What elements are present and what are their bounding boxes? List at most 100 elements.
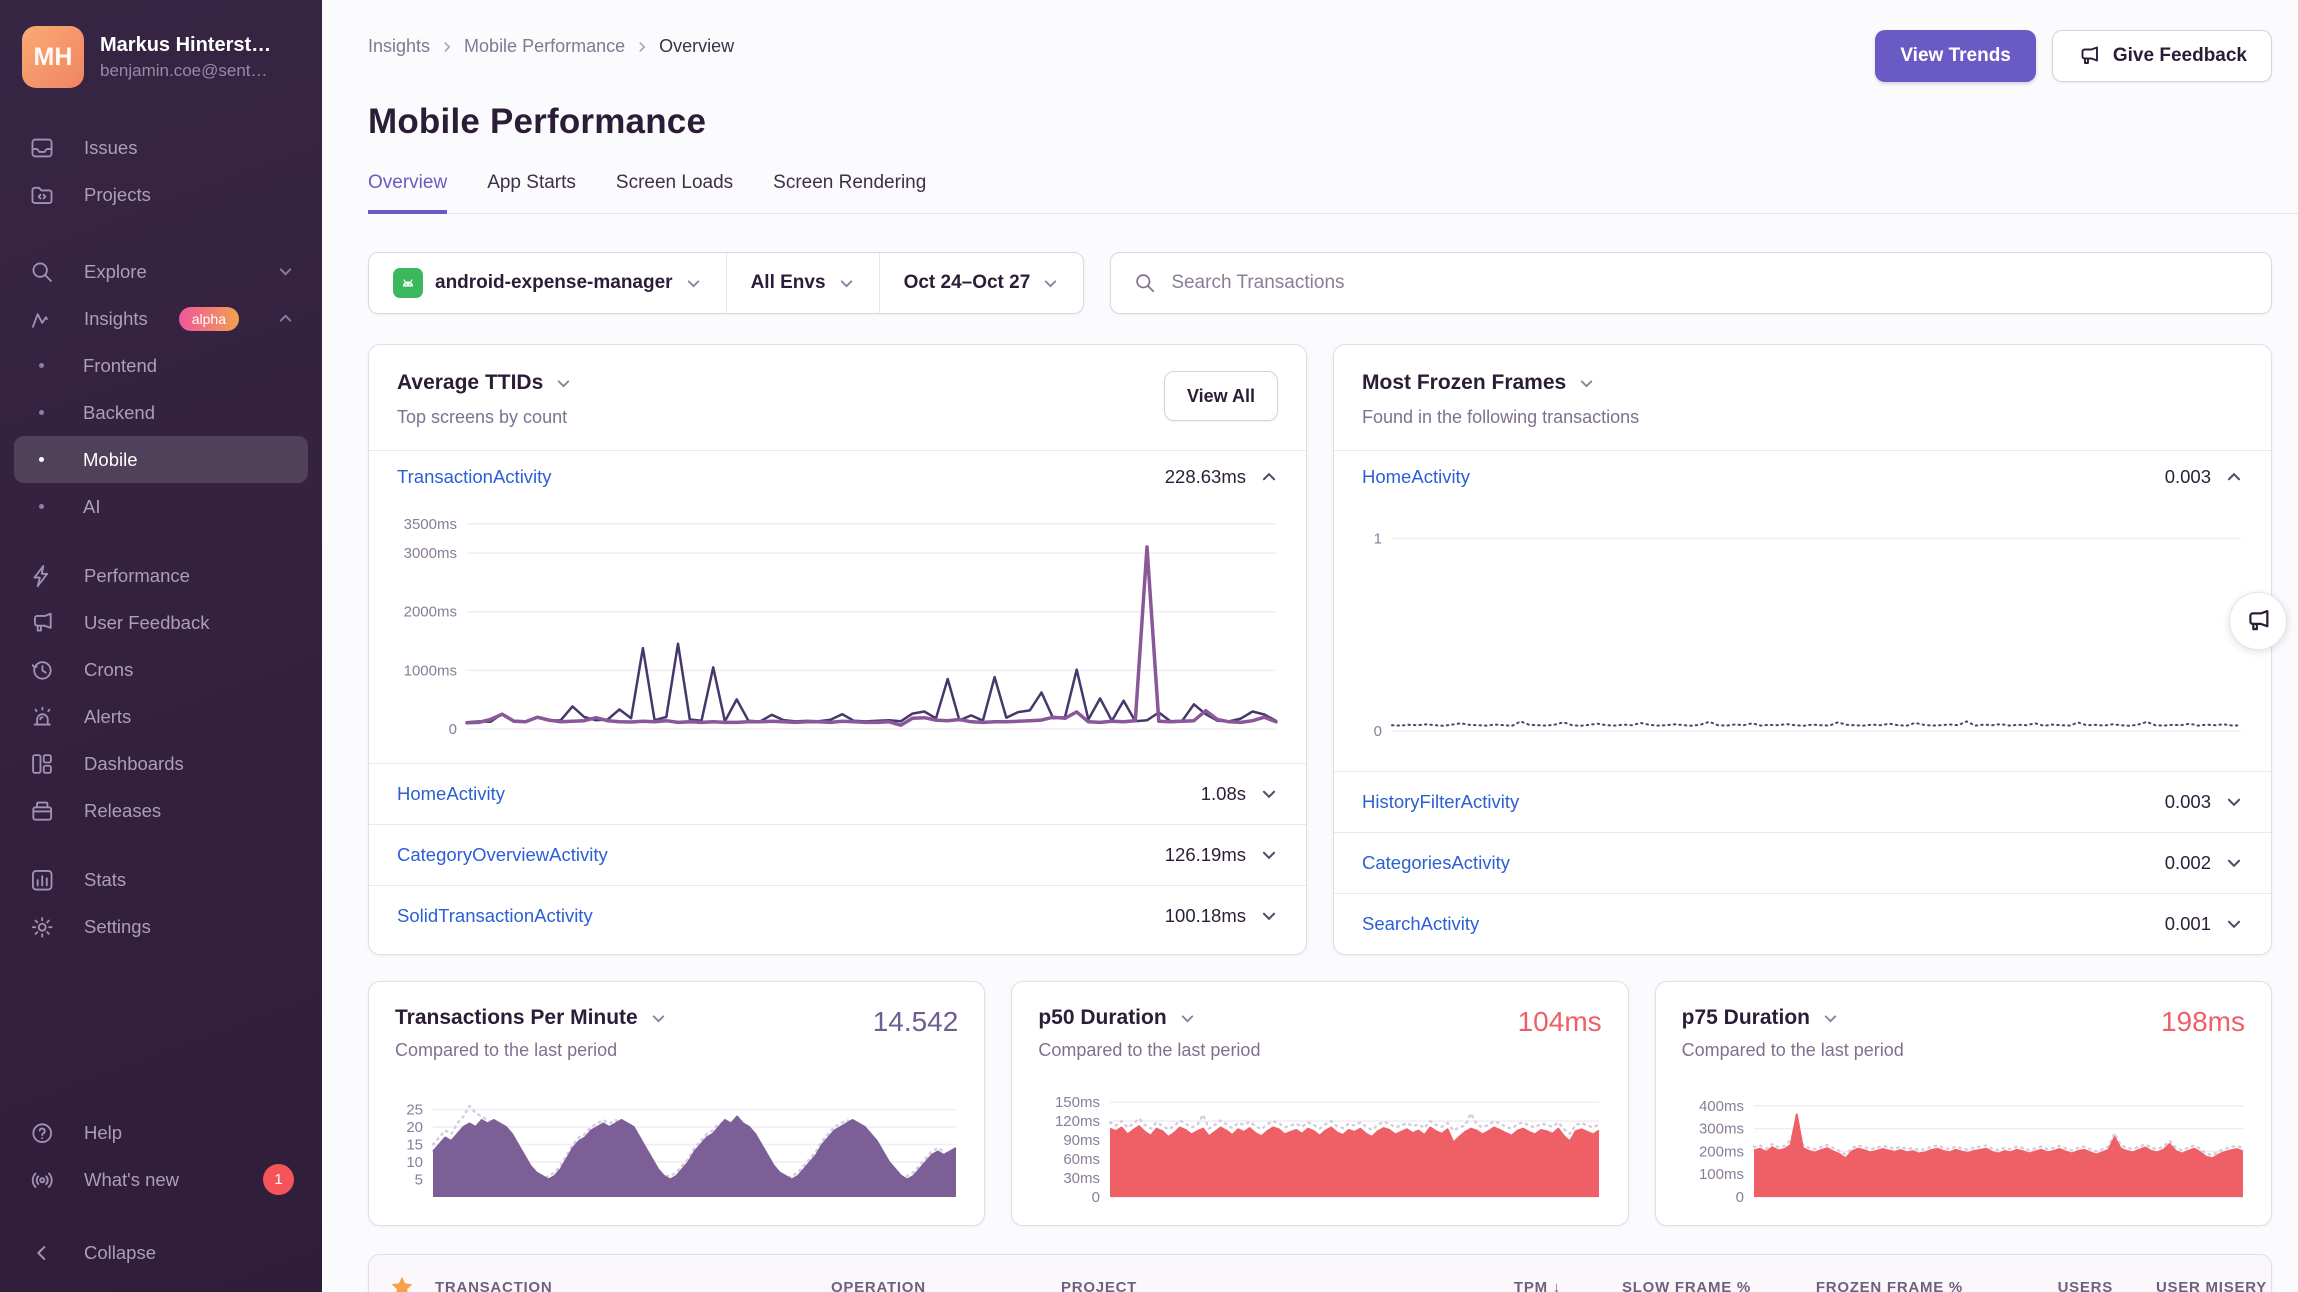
star-column-header[interactable] [369, 1274, 435, 1292]
sidebar-item-issues[interactable]: Issues [14, 124, 308, 171]
expand-row-icon[interactable] [2225, 915, 2243, 933]
transaction-link[interactable]: HomeActivity [397, 783, 505, 805]
sidebar-item-projects[interactable]: Projects [14, 171, 308, 218]
most-frozen-frames-title[interactable]: Most Frozen Frames [1362, 371, 1639, 395]
tab-bar: Overview App Starts Screen Loads Screen … [368, 172, 2298, 214]
sidebar-item-dashboards[interactable]: Dashboards [14, 740, 308, 787]
avatar[interactable]: MH [22, 26, 84, 88]
transaction-link[interactable]: SearchActivity [1362, 913, 1479, 935]
siren-icon [28, 703, 56, 731]
average-ttids-header: Average TTIDs Top screens by count View … [369, 345, 1306, 450]
sidebar-item-stats[interactable]: Stats [14, 856, 308, 903]
svg-text:0: 0 [1735, 1189, 1743, 1206]
svg-text:200ms: 200ms [1699, 1143, 1744, 1160]
sidebar-item-label: What's new [84, 1169, 235, 1191]
user-name: Markus Hinterst… [100, 34, 271, 57]
frozen-row-history-filter: HistoryFilterActivity 0.003 [1334, 771, 2271, 832]
sidebar-item-crons[interactable]: Crons [14, 646, 308, 693]
expand-row-icon[interactable] [1260, 907, 1278, 925]
sidebar-item-label: Help [84, 1122, 294, 1144]
sidebar-item-user-feedback[interactable]: User Feedback [14, 599, 308, 646]
user-meta: Markus Hinterst… benjamin.coe@sent… [100, 34, 271, 81]
column-header-operation[interactable]: OPERATION [831, 1279, 1061, 1292]
sidebar-item-performance[interactable]: Performance [14, 552, 308, 599]
column-header-transaction[interactable]: TRANSACTION [435, 1279, 831, 1292]
p75-title[interactable]: p75 Duration [1682, 1006, 1904, 1030]
environment-filter[interactable]: All Envs [726, 253, 879, 313]
sidebar-item-backend[interactable]: Backend [14, 389, 308, 436]
average-ttids-title[interactable]: Average TTIDs [397, 371, 572, 395]
collapse-row-icon[interactable] [2225, 468, 2243, 486]
tab-app-starts[interactable]: App Starts [487, 172, 576, 214]
most-frozen-frames-card: Most Frozen Frames Found in the followin… [1333, 344, 2272, 955]
sidebar-item-label: Backend [83, 402, 294, 424]
sidebar-item-label: AI [83, 496, 294, 518]
column-header-tpm[interactable]: TPM ↓ [1391, 1279, 1561, 1292]
give-feedback-button[interactable]: Give Feedback [2052, 30, 2272, 82]
insights-icon [28, 305, 56, 333]
p50-chart: 030ms60ms90ms120ms150ms [1022, 1091, 1605, 1213]
sidebar-item-frontend[interactable]: Frontend [14, 342, 308, 389]
sidebar-item-help[interactable]: Help [14, 1109, 308, 1156]
expand-row-icon[interactable] [2225, 854, 2243, 872]
sidebar-item-explore[interactable]: Explore [14, 248, 308, 295]
transaction-link[interactable]: HistoryFilterActivity [1362, 791, 1519, 813]
card-subtitle: Compared to the last period [1682, 1040, 1904, 1061]
chevron-down-icon [1578, 375, 1595, 392]
row-value: 0.002 [2165, 852, 2211, 874]
sidebar-item-alerts[interactable]: Alerts [14, 693, 308, 740]
sidebar-item-whats-new[interactable]: What's new 1 [14, 1156, 308, 1203]
expand-row-icon[interactable] [2225, 793, 2243, 811]
most-frozen-frames-header: Most Frozen Frames Found in the followin… [1334, 345, 2271, 450]
sidebar-item-label: Stats [84, 869, 294, 891]
project-filter[interactable]: android-expense-manager [369, 253, 726, 313]
sidebar-item-label: Releases [84, 800, 294, 822]
transaction-link[interactable]: SolidTransactionActivity [397, 905, 593, 927]
transactions-table: TRANSACTION OPERATION PROJECT TPM ↓ SLOW… [368, 1254, 2272, 1292]
svg-text:2000ms: 2000ms [404, 604, 457, 621]
expand-row-icon[interactable] [1260, 785, 1278, 803]
column-header-slow-frame[interactable]: SLOW FRAME % [1561, 1279, 1751, 1292]
svg-text:3500ms: 3500ms [404, 516, 457, 533]
column-header-users[interactable]: USERS [1963, 1279, 2113, 1292]
view-all-button[interactable]: View All [1164, 371, 1278, 421]
sidebar-item-settings[interactable]: Settings [14, 903, 308, 950]
breadcrumb-mobile-performance[interactable]: Mobile Performance [464, 36, 625, 57]
tab-screen-rendering[interactable]: Screen Rendering [773, 172, 926, 214]
expand-row-icon[interactable] [1260, 846, 1278, 864]
topbar: Insights Mobile Performance Overview Vie… [322, 0, 2298, 82]
column-header-project[interactable]: PROJECT [1061, 1279, 1391, 1292]
tpm-title[interactable]: Transactions Per Minute [395, 1006, 667, 1030]
page-title: Mobile Performance [368, 102, 2298, 142]
transaction-link[interactable]: TransactionActivity [397, 466, 552, 488]
card-title: Most Frozen Frames [1362, 371, 1566, 395]
date-range-filter[interactable]: Oct 24–Oct 27 [879, 253, 1084, 313]
transaction-link[interactable]: HomeActivity [1362, 466, 1470, 488]
sidebar-item-ai[interactable]: AI [14, 483, 308, 530]
chevron-down-icon [685, 275, 702, 292]
sidebar-item-label: Collapse [84, 1242, 294, 1264]
sidebar-item-releases[interactable]: Releases [14, 787, 308, 834]
row-value: 228.63ms [1165, 466, 1246, 488]
tab-overview[interactable]: Overview [368, 172, 447, 214]
projects-icon [28, 181, 56, 209]
floating-feedback-button[interactable] [2229, 592, 2287, 650]
column-header-frozen-frame[interactable]: FROZEN FRAME % [1751, 1279, 1963, 1292]
transaction-link[interactable]: CategoryOverviewActivity [397, 844, 608, 866]
collapse-row-icon[interactable] [1260, 468, 1278, 486]
view-trends-button[interactable]: View Trends [1875, 30, 2036, 82]
environment-filter-label: All Envs [751, 272, 826, 294]
card-subtitle: Found in the following transactions [1362, 407, 1639, 428]
sidebar-collapse-button[interactable]: Collapse [14, 1229, 308, 1276]
svg-text:15: 15 [406, 1137, 423, 1154]
sidebar-item-insights[interactable]: Insights alpha [14, 295, 308, 342]
breadcrumb-insights[interactable]: Insights [368, 36, 430, 57]
search-transactions-input[interactable] [1171, 272, 2249, 294]
transaction-link[interactable]: CategoriesActivity [1362, 852, 1510, 874]
p50-title[interactable]: p50 Duration [1038, 1006, 1260, 1030]
tab-screen-loads[interactable]: Screen Loads [616, 172, 733, 214]
sidebar-item-label: Mobile [83, 449, 294, 471]
column-header-user-misery[interactable]: USER MISERY [2113, 1279, 2271, 1292]
user-menu[interactable]: MH Markus Hinterst… benjamin.coe@sent… [14, 22, 308, 94]
sidebar-item-mobile[interactable]: Mobile [14, 436, 308, 483]
